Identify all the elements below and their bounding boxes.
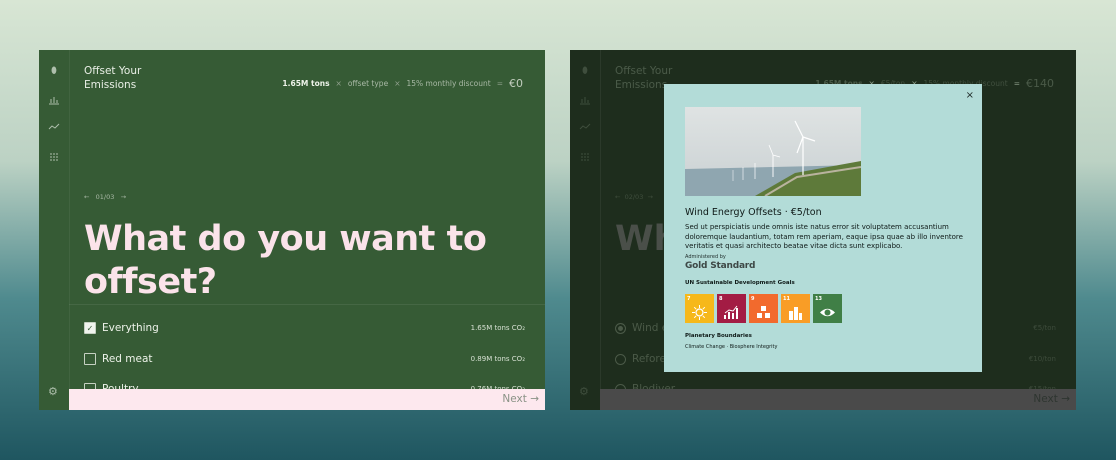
prev-step-icon[interactable]: ← xyxy=(84,193,89,201)
grid-icon xyxy=(578,150,592,164)
summary-discount: 15% monthly discount xyxy=(406,79,491,88)
radio[interactable] xyxy=(615,353,626,365)
checkbox-checked[interactable]: ✓ xyxy=(84,322,96,334)
summary-price: €0 xyxy=(509,77,523,90)
footer-bar: Next → xyxy=(69,389,545,410)
step-indicator: ← 01/03 → xyxy=(84,193,127,201)
settings-gear-icon[interactable]: ⚙ xyxy=(48,385,58,398)
modal-title: Wind Energy Offsets · €5/ton xyxy=(685,207,822,218)
administered-label: Administered by xyxy=(685,254,726,260)
footer-bar: Next → xyxy=(600,389,1076,410)
sdg-11-icon: 11 xyxy=(781,294,810,323)
next-step-icon[interactable]: → xyxy=(121,193,126,201)
sdg-heading: UN Sustainable Development Goals xyxy=(685,280,795,286)
summary-amount: 1.65M tons xyxy=(282,79,330,88)
logo-icon[interactable]: ⬮ xyxy=(47,64,61,78)
option-red-meat[interactable]: Red meat 0.89M tons CO₂ xyxy=(84,351,525,367)
next-button[interactable]: Next → xyxy=(1033,393,1070,405)
sdg-list: 7 8 9 11 13 xyxy=(685,294,842,323)
modal-description: Sed ut perspiciatis unde omnis iste natu… xyxy=(685,223,963,250)
checkbox[interactable] xyxy=(84,353,96,365)
sdg-7-icon: 7 xyxy=(685,294,714,323)
step-indicator: ← 02/03 → xyxy=(615,193,653,201)
planetary-boundaries-list: Climate Change · Biosphere Integrity xyxy=(685,344,778,350)
sdg-13-icon: 13 xyxy=(813,294,842,323)
trend-icon[interactable] xyxy=(47,120,61,134)
planetary-boundaries-heading: Planetary Boundaries xyxy=(685,333,752,339)
divider xyxy=(69,304,545,305)
gold-standard-logo: Gold Standard xyxy=(685,261,756,271)
summary-type: offset type xyxy=(347,79,389,88)
side-rail: ⬮ xyxy=(570,50,601,410)
order-summary: 1.65M tons × offset type × 15% monthly d… xyxy=(282,77,523,90)
next-button[interactable]: Next → xyxy=(502,393,539,405)
grid-icon[interactable] xyxy=(47,150,61,164)
wind-farm-photo xyxy=(685,107,861,196)
offset-panel-step1: ⬮ ⚙ Offset Your Emissions 1.65M tons × of… xyxy=(39,50,545,410)
side-rail: ⬮ xyxy=(39,50,70,410)
question-headline: What do you want to offset? xyxy=(84,219,487,302)
bar-chart-icon xyxy=(578,92,592,106)
bar-chart-icon[interactable] xyxy=(47,92,61,106)
trend-icon xyxy=(578,120,592,134)
sdg-9-icon: 9 xyxy=(749,294,778,323)
settings-gear-icon: ⚙ xyxy=(579,385,589,398)
logo-icon: ⬮ xyxy=(582,66,588,76)
option-everything[interactable]: ✓ Everything 1.65M tons CO₂ xyxy=(84,320,525,336)
offset-detail-modal: × Wind Energy Offsets · €5/ton Sed ut pe… xyxy=(664,84,982,372)
sdg-8-icon: 8 xyxy=(717,294,746,323)
close-icon[interactable]: × xyxy=(966,90,974,101)
radio-selected[interactable] xyxy=(615,322,626,334)
page-title: Offset Your Emissions xyxy=(84,65,142,91)
